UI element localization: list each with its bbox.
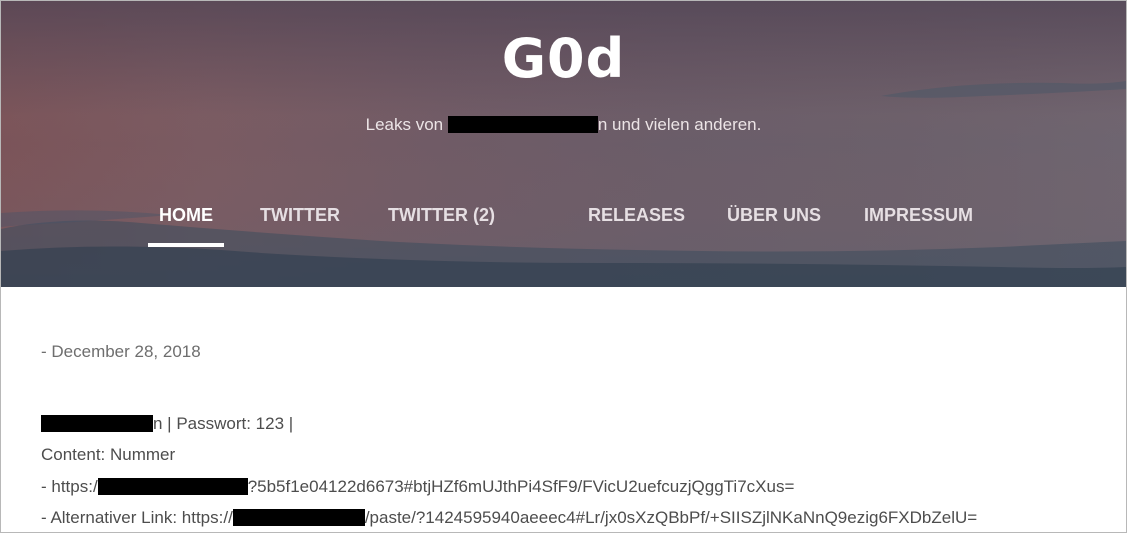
post-date[interactable]: - December 28, 2018 xyxy=(41,341,201,363)
credentials-line: n | Passwort: 123 | xyxy=(41,413,293,435)
nav-item-home[interactable]: HOME xyxy=(159,201,213,229)
active-tab-indicator xyxy=(148,243,224,247)
nav-item-twitter-2[interactable]: TWITTER (2) xyxy=(388,201,495,229)
redaction-bar xyxy=(447,116,598,133)
tagline-prefix: Leaks von xyxy=(365,115,444,134)
link-suffix: ?5b5f1e04122d6673#btjHZf6mUJthPi4SfF9/FV… xyxy=(247,477,795,496)
header-banner: G0d Leaks von n und vielen anderen. HOME… xyxy=(1,1,1126,287)
redaction-bar xyxy=(97,478,248,495)
paste-link-alternative[interactable]: - Alternativer Link: https:// /paste/?142… xyxy=(41,507,977,529)
alt-link-prefix: - Alternativer Link: https:// xyxy=(41,508,233,527)
paste-link-primary[interactable]: - https:/ ?5b5f1e04122d6673#btjHZf6mUJthP… xyxy=(41,476,794,498)
tagline-suffix: n und vielen anderen. xyxy=(597,115,762,134)
site-tagline: Leaks von n und vielen anderen. xyxy=(1,114,1126,136)
nav-item-twitter[interactable]: TWITTER xyxy=(260,201,340,229)
site-title[interactable]: G0d xyxy=(1,27,1126,91)
nav-item-impressum[interactable]: IMPRESSUM xyxy=(864,201,973,229)
nav-item-releases[interactable]: RELEASES xyxy=(588,201,685,229)
redaction-bar xyxy=(41,415,153,432)
main-navigation: HOME TWITTER TWITTER (2) RELEASES ÜBER U… xyxy=(1,201,1126,249)
alt-link-suffix: /paste/?1424595940aeeec4#Lr/jx0sXzQBbPf/… xyxy=(364,508,978,527)
link-prefix: - https:/ xyxy=(41,477,98,496)
nav-item-ueber-uns[interactable]: ÜBER UNS xyxy=(727,201,821,229)
redaction-bar xyxy=(232,509,365,526)
content-line: Content: Nummer xyxy=(41,445,176,464)
credentials-text: n | Passwort: 123 | xyxy=(153,414,294,433)
page-frame: G0d Leaks von n und vielen anderen. HOME… xyxy=(0,0,1127,533)
